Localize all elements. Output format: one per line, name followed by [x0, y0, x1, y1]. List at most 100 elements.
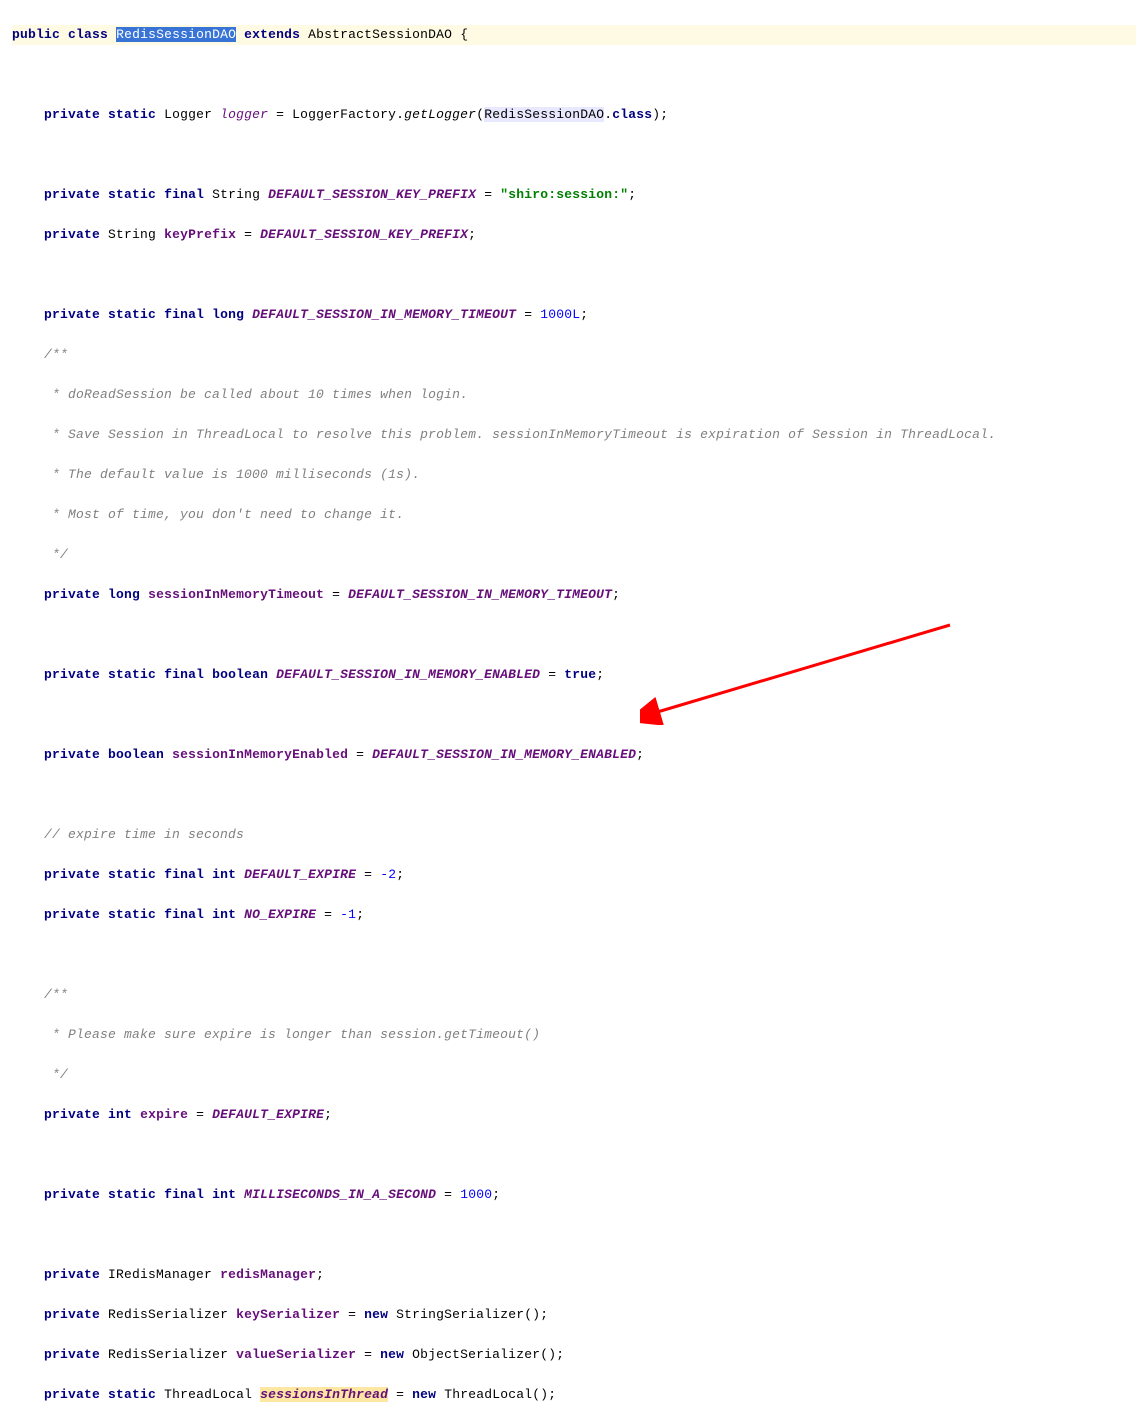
code-line[interactable]: */ — [12, 545, 1136, 565]
code-editor[interactable]: public class RedisSessionDAO extends Abs… — [0, 0, 1136, 1425]
semi: ; — [396, 867, 404, 882]
type-int: int — [108, 1107, 132, 1122]
code-line[interactable]: private static final boolean DEFAULT_SES… — [12, 665, 1136, 685]
type: String — [108, 227, 156, 242]
eq: = — [188, 1107, 212, 1122]
code-line[interactable]: private IRedisManager redisManager; — [12, 1265, 1136, 1285]
code-line[interactable]: * Please make sure expire is longer than… — [12, 1025, 1136, 1045]
field-ref: DEFAULT_SESSION_KEY_PREFIX — [260, 227, 468, 242]
eq: = — [436, 1187, 460, 1202]
code-line[interactable]: * The default value is 1000 milliseconds… — [12, 465, 1136, 485]
eq: = — [316, 907, 340, 922]
field: DEFAULT_EXPIRE — [244, 867, 356, 882]
code-line[interactable]: private int expire = DEFAULT_EXPIRE; — [12, 1105, 1136, 1125]
keyword-new: new — [412, 1387, 436, 1402]
code-line[interactable] — [12, 1225, 1136, 1245]
field-highlighted: sessionsInThread — [260, 1387, 388, 1402]
code-line[interactable]: private static final String DEFAULT_SESS… — [12, 185, 1136, 205]
semi: ; — [540, 1307, 548, 1322]
keyword-private: private — [44, 1347, 100, 1362]
comment: */ — [44, 547, 68, 562]
keyword-extends: extends — [244, 27, 300, 42]
code-line[interactable]: * doReadSession be called about 10 times… — [12, 385, 1136, 405]
code-line[interactable]: private RedisSerializer valueSerializer … — [12, 1345, 1136, 1365]
code-line[interactable]: private long sessionInMemoryTimeout = DE… — [12, 585, 1136, 605]
keyword-private: private — [44, 1387, 100, 1402]
keyword-private: private — [44, 107, 100, 122]
keyword-static: static — [108, 1187, 156, 1202]
field: DEFAULT_SESSION_IN_MEMORY_TIMEOUT — [252, 307, 516, 322]
comment: * Please make sure expire is longer than… — [44, 1027, 540, 1042]
semi: ; — [356, 907, 364, 922]
code-line[interactable]: // expire time in seconds — [12, 825, 1136, 845]
semi: ; — [628, 187, 636, 202]
code-line[interactable]: private static final int DEFAULT_EXPIRE … — [12, 865, 1136, 885]
code-line[interactable]: * Save Session in ThreadLocal to resolve… — [12, 425, 1136, 445]
eq: = — [324, 587, 348, 602]
keyword-class: class — [68, 27, 108, 42]
brace: { — [460, 27, 468, 42]
keyword-static: static — [108, 187, 156, 202]
keyword-true: true — [564, 667, 596, 682]
code-line[interactable]: private static final int NO_EXPIRE = -1; — [12, 905, 1136, 925]
field-ref: DEFAULT_SESSION_IN_MEMORY_TIMEOUT — [348, 587, 612, 602]
type-int: int — [212, 907, 236, 922]
keyword-final: final — [164, 667, 204, 682]
field: NO_EXPIRE — [244, 907, 316, 922]
code-line[interactable] — [12, 785, 1136, 805]
comment: * Most of time, you don't need to change… — [44, 507, 404, 522]
comment: * doReadSession be called about 10 times… — [44, 387, 468, 402]
code-line[interactable]: */ — [12, 1065, 1136, 1085]
code-line[interactable] — [12, 705, 1136, 725]
keyword-private: private — [44, 1187, 100, 1202]
code-line[interactable]: private static final int MILLISECONDS_IN… — [12, 1185, 1136, 1205]
code-line[interactable] — [12, 145, 1136, 165]
code-line[interactable]: /** — [12, 345, 1136, 365]
code-line[interactable] — [12, 1145, 1136, 1165]
code-line[interactable]: /** — [12, 985, 1136, 1005]
code-line[interactable]: * Most of time, you don't need to change… — [12, 505, 1136, 525]
semi: ; — [636, 747, 644, 762]
code-line[interactable]: private static ThreadLocal sessionsInThr… — [12, 1385, 1136, 1405]
code-line[interactable]: private RedisSerializer keySerializer = … — [12, 1305, 1136, 1325]
semi: ; — [324, 1107, 332, 1122]
semi: ; — [612, 587, 620, 602]
keyword-private: private — [44, 867, 100, 882]
field-logger: logger — [220, 107, 268, 122]
string-literal: "shiro:session:" — [500, 187, 628, 202]
code-line[interactable] — [12, 265, 1136, 285]
field: MILLISECONDS_IN_A_SECOND — [244, 1187, 436, 1202]
eq: = — [340, 1307, 364, 1322]
field: DEFAULT_SESSION_KEY_PREFIX — [268, 187, 476, 202]
keyword-private: private — [44, 227, 100, 242]
field: keyPrefix — [164, 227, 236, 242]
eq: = — [356, 867, 380, 882]
code-line[interactable] — [12, 945, 1136, 965]
field: DEFAULT_SESSION_IN_MEMORY_ENABLED — [276, 667, 540, 682]
type-long: long — [212, 307, 244, 322]
code-line[interactable] — [12, 65, 1136, 85]
type: Logger — [164, 107, 212, 122]
semi: ; — [492, 1187, 500, 1202]
code-line[interactable]: public class RedisSessionDAO extends Abs… — [12, 25, 1136, 45]
type-boolean: boolean — [212, 667, 268, 682]
code-line[interactable] — [12, 625, 1136, 645]
keyword-static: static — [108, 667, 156, 682]
selected-class-name[interactable]: RedisSessionDAO — [116, 27, 236, 42]
code-line[interactable]: private boolean sessionInMemoryEnabled =… — [12, 745, 1136, 765]
field: valueSerializer — [236, 1347, 356, 1362]
code-line[interactable]: private static final long DEFAULT_SESSIO… — [12, 305, 1136, 325]
semi: ; — [596, 667, 604, 682]
code-line[interactable]: private static Logger logger = LoggerFac… — [12, 105, 1136, 125]
comment: */ — [44, 1067, 68, 1082]
keyword-final: final — [164, 907, 204, 922]
keyword-final: final — [164, 307, 204, 322]
number: -2 — [380, 867, 396, 882]
keyword-final: final — [164, 867, 204, 882]
code-line[interactable]: private String keyPrefix = DEFAULT_SESSI… — [12, 225, 1136, 245]
number: 1000L — [540, 307, 580, 322]
field: expire — [140, 1107, 188, 1122]
keyword-private: private — [44, 747, 100, 762]
keyword-static: static — [108, 1387, 156, 1402]
semi: ; — [468, 227, 476, 242]
